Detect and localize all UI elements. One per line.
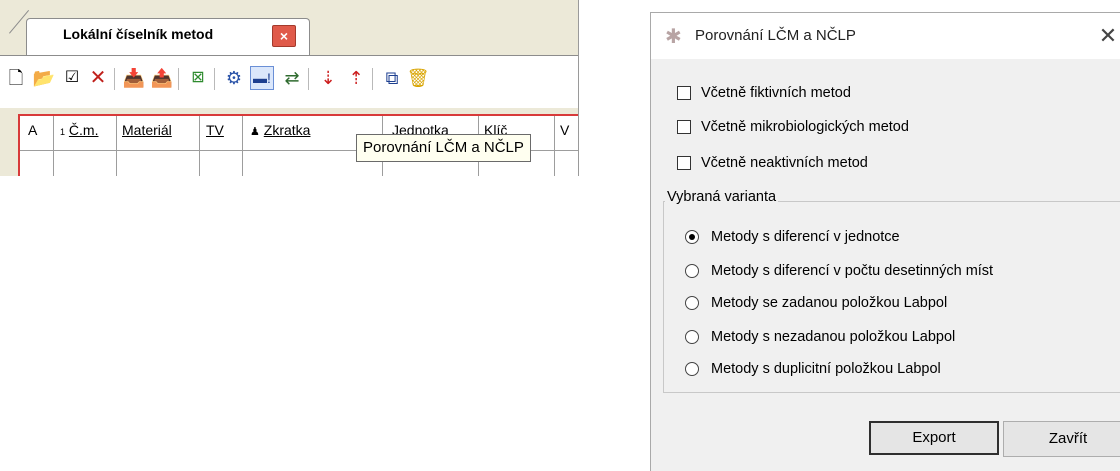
- excel-icon[interactable]: ⊠: [186, 66, 210, 90]
- radio-label: Metody s duplicitní položkou Labpol: [711, 361, 941, 377]
- dialog-title: Porovnání LČM a NČLP: [695, 27, 856, 44]
- radio-duplicitni-labpol[interactable]: Metody s duplicitní položkou Labpol: [685, 359, 941, 379]
- checkbox-box[interactable]: [677, 156, 691, 170]
- checkbox-fiktivni[interactable]: Včetně fiktivních metod: [677, 83, 851, 103]
- tab-lokalni-ciselnik[interactable]: Lokální číselník metod ×: [9, 10, 310, 57]
- column-header[interactable]: TV: [206, 122, 224, 148]
- tab-strip: Lokální číselník metod ×: [0, 0, 578, 57]
- new-document-icon[interactable]: 🗋: [4, 66, 28, 90]
- radio-diference-desetinna-mista[interactable]: Metody s diferencí v počtu desetinných m…: [685, 261, 993, 281]
- radio-button[interactable]: [685, 330, 699, 344]
- column-header[interactable]: V: [560, 122, 569, 148]
- copy-icon[interactable]: ⧉: [380, 66, 404, 90]
- radio-label: Metody s diferencí v počtu desetinných m…: [711, 263, 994, 279]
- open-folder-icon[interactable]: 📂: [32, 66, 56, 90]
- checkbox-label: Včetně neaktivních metod: [701, 155, 868, 171]
- checkbox-mikrobiologicke[interactable]: Včetně mikrobiologických metod: [677, 117, 909, 137]
- method-list-window: Lokální číselník metod × 🗋 📂 ☑ ✕ 📥 📤 ⊠ ⚙…: [0, 0, 579, 176]
- compare-icon[interactable]: ⚙: [222, 66, 246, 90]
- radio-button[interactable]: [685, 362, 699, 376]
- radio-zadana-labpol[interactable]: Metody se zadanou položkou Labpol: [685, 293, 947, 313]
- export-button[interactable]: Export: [869, 421, 999, 455]
- column-header[interactable]: A: [28, 122, 37, 148]
- radio-button[interactable]: [685, 296, 699, 310]
- close-icon[interactable]: ✕: [1095, 23, 1120, 49]
- radio-label: Metody se zadanou položkou Labpol: [711, 295, 948, 311]
- toolbar: 🗋 📂 ☑ ✕ 📥 📤 ⊠ ⚙ ▬! ⇄ ⇣ ⇡ ⧉ 🗑: [0, 56, 578, 108]
- checkbox-label: Včetně fiktivních metod: [701, 85, 851, 101]
- radio-label: Metody s diferencí v jednotce: [711, 229, 900, 245]
- radio-label: Metody s nezadanou položkou Labpol: [711, 329, 956, 345]
- app-icon: ✱: [665, 26, 682, 48]
- tooltip: Porovnání LČM a NČLP: [356, 134, 531, 162]
- checkbox-neaktivni[interactable]: Včetně neaktivních metod: [677, 153, 868, 173]
- comparison-dialog: ✱ Porovnání LČM a NČLP ✕ Včetně fiktivní…: [650, 12, 1120, 471]
- radio-button[interactable]: [685, 264, 699, 278]
- close-button[interactable]: Zavřít: [1003, 421, 1120, 457]
- checkbox-box[interactable]: [677, 120, 691, 134]
- checkbox-box[interactable]: [677, 86, 691, 100]
- delete-icon[interactable]: ✕: [86, 66, 110, 90]
- dialog-titlebar[interactable]: ✱ Porovnání LČM a NČLP ✕: [651, 13, 1120, 59]
- sort-desc-icon[interactable]: ⇣: [316, 66, 340, 90]
- radio-button[interactable]: [685, 230, 699, 244]
- column-header[interactable]: ♟ Zkratka: [250, 122, 310, 148]
- column-header[interactable]: 1 Č.m.: [60, 122, 98, 148]
- edit-record-icon[interactable]: ☑: [60, 66, 84, 90]
- compare-lcm-nclp-icon[interactable]: ▬!: [250, 66, 274, 90]
- column-header[interactable]: Materiál: [122, 122, 172, 148]
- radio-diference-jednotka[interactable]: Metody s diferencí v jednotce: [685, 227, 900, 247]
- radio-nezadana-labpol[interactable]: Metody s nezadanou položkou Labpol: [685, 327, 955, 347]
- sort-asc-icon[interactable]: ⇡: [344, 66, 368, 90]
- import-icon[interactable]: 📥: [122, 66, 146, 90]
- sync-icon[interactable]: ⇄: [280, 66, 304, 90]
- clear-icon[interactable]: 🗑: [406, 66, 430, 90]
- checkbox-label: Včetně mikrobiologických metod: [701, 119, 909, 135]
- tab-close-button[interactable]: ×: [272, 25, 296, 47]
- tab-label: Lokální číselník metod: [63, 26, 214, 42]
- group-label: Vybraná varianta: [665, 189, 779, 205]
- export-icon[interactable]: 📤: [150, 66, 174, 90]
